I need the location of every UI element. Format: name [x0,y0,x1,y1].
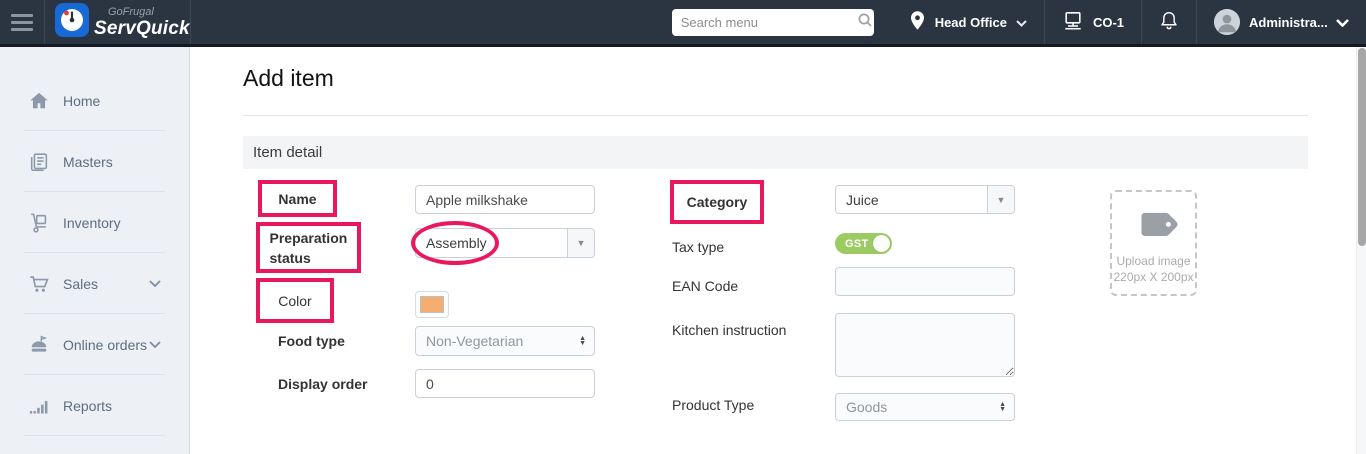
sidebar-item-label: Sales [63,276,98,292]
sidebar-item-label: Inventory [63,215,121,231]
upload-image-dimensions: 220px X 200px [1113,269,1193,285]
chevron-down-icon [149,341,161,349]
upload-image-text: Upload image [1116,253,1190,269]
preparation-status-dropdown[interactable]: Assembly ▼ [415,228,595,258]
terminal-label: CO-1 [1093,15,1124,30]
brand-logo[interactable]: GoFrugal ServQuick [45,0,191,44]
search-icon [857,12,873,33]
inventory-icon [28,212,50,234]
sidebar-item-label: Online orders [63,337,147,353]
color-swatch [420,296,444,313]
title-divider [243,115,1308,116]
tax-type-toggle[interactable]: GST [835,233,892,254]
sales-cart-icon [28,273,50,295]
sidebar-nav: Home Masters Inventory [0,47,190,454]
sidebar-item-sales[interactable]: Sales [0,253,189,314]
top-navbar: GoFrugal ServQuick Head Office [0,0,1366,47]
store-selector[interactable]: Head Office [892,0,1044,44]
chevron-down-icon [1336,15,1349,30]
ean-code-label: EAN Code [672,278,738,294]
notifications-button[interactable] [1141,0,1196,44]
select-spinner-icon: ▲▼ [579,336,586,346]
chevron-down-icon [1016,15,1027,30]
preparation-status-value: Assembly [426,235,487,251]
food-type-label: Food type [278,333,345,349]
display-order-label: Display order [278,376,367,392]
annotation-box-preparation-status: Preparation status [256,222,361,273]
item-detail-section-header: Item detail [243,136,1308,169]
food-type-select[interactable]: Non-Vegetarian ▲▼ [415,326,595,356]
annotation-box-category: Category [670,180,764,224]
masters-icon [28,151,50,173]
annotation-box-color: Color [256,278,334,323]
product-type-select[interactable]: Goods ▲▼ [835,393,1015,421]
kitchen-instruction-textarea[interactable] [835,313,1015,377]
chevron-down-icon [149,280,161,288]
display-order-input[interactable] [415,369,595,398]
preparation-status-label: Preparation status [270,228,348,268]
dropdown-caret-icon[interactable]: ▼ [987,186,1014,213]
home-icon [28,90,50,112]
store-selector-label: Head Office [935,15,1007,30]
tax-type-toggle-label: GST [845,238,869,250]
main-content: Add item Item detail Name Preparation st… [191,47,1356,454]
search-input[interactable] [681,15,857,30]
hamburger-menu-button[interactable] [0,0,45,44]
name-label: Name [278,191,316,207]
section-title: Item detail [253,144,322,161]
product-type-label: Product Type [672,397,754,413]
color-picker-button[interactable] [415,291,449,318]
reports-bar-chart-icon [28,395,50,417]
product-type-value: Goods [846,399,887,415]
sidebar-item-label: Masters [63,154,113,170]
category-dropdown[interactable]: Juice ▼ [835,185,1015,214]
sidebar-item-label: Home [63,93,100,109]
dropdown-caret-icon[interactable]: ▼ [567,229,594,257]
navbar-spacer [191,0,672,44]
category-label: Category [687,194,748,210]
sidebar-item-reports[interactable]: Reports [0,375,189,436]
food-type-value: Non-Vegetarian [426,333,523,349]
location-pin-icon [909,10,926,34]
category-value: Juice [846,192,879,208]
vertical-scrollbar [1356,47,1366,454]
menu-search-box [672,9,874,36]
terminal-selector[interactable]: CO-1 [1044,0,1141,44]
sidebar-item-home[interactable]: Home [0,70,189,131]
select-spinner-icon: ▲▼ [999,402,1006,412]
sidebar-item-online-orders[interactable]: Online orders [0,314,189,375]
brand-name-top: GoFrugal [108,7,190,18]
sidebar-item-masters[interactable]: Masters [0,131,189,192]
tag-icon [1124,193,1183,252]
color-label: Color [278,293,311,309]
upload-image-dropzone[interactable]: Upload image 220px X 200px [1110,190,1197,296]
user-menu[interactable]: Administra... [1196,0,1366,44]
online-orders-icon [28,334,50,356]
tax-type-label: Tax type [672,239,724,255]
bell-icon [1159,10,1179,35]
scrollbar-thumb[interactable] [1358,48,1366,246]
sidebar-item-inventory[interactable]: Inventory [0,192,189,253]
kitchen-instruction-label: Kitchen instruction [672,322,786,338]
terminal-icon [1062,11,1084,34]
user-avatar [1214,9,1240,35]
brand-name-bottom: ServQuick [94,19,190,38]
page-title: Add item [243,65,334,92]
toggle-knob [873,235,890,252]
annotation-box-name: Name [258,180,337,217]
name-input[interactable] [415,185,595,214]
ean-code-input[interactable] [835,267,1015,296]
sidebar-item-label: Reports [63,398,112,414]
user-name-label: Administra... [1249,15,1327,30]
servquick-logo-icon [55,3,89,42]
